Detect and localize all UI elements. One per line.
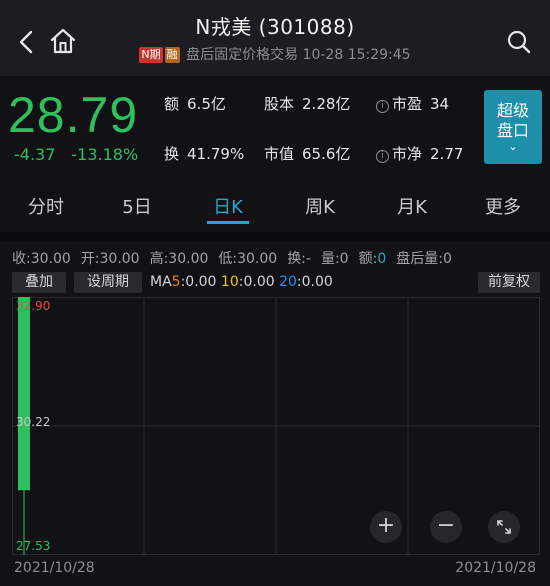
ma-legend: MA5:0.00 10:0.00 20:0.00 xyxy=(150,274,333,290)
last-price: 28.79 xyxy=(8,87,139,143)
candle-body xyxy=(18,297,30,491)
stat-pb[interactable]: i 市净 2.77 xyxy=(376,143,463,164)
kline-open: 开:30.00 xyxy=(80,251,140,267)
y-axis-mid: 30.22 xyxy=(16,415,51,429)
trade-status: N期融 盘后固定价格交易 10-28 15:29:45 xyxy=(0,44,550,64)
kline-after-hours-volume: 盘后量:0 xyxy=(396,251,452,267)
trade-status-text: 盘后固定价格交易 10-28 15:29:45 xyxy=(186,47,411,63)
tab-weekly-k[interactable]: 周K xyxy=(296,193,344,219)
search-icon[interactable] xyxy=(506,28,532,56)
tab-5day[interactable]: 5日 xyxy=(112,193,162,219)
y-axis-min: 27.53 xyxy=(16,539,51,553)
zoom-out-button[interactable]: − xyxy=(430,511,462,543)
kline-chart-svg xyxy=(12,297,540,555)
super-orderbook-button[interactable]: 超级 盘口 ⌄ xyxy=(484,90,542,164)
kline-amount: 额:0 xyxy=(358,251,387,267)
stock-title: N戎美 (301088) xyxy=(195,15,355,39)
x-axis-start-date: 2021/10/28 xyxy=(14,560,95,576)
tab-more[interactable]: 更多 xyxy=(478,193,528,219)
chart-toolbar: 叠加 设周期 MA5:0.00 10:0.00 20:0.00 前复权 xyxy=(12,271,542,295)
change-value: -4.37 xyxy=(14,145,56,164)
tab-intraday[interactable]: 分时 xyxy=(22,193,70,219)
kline-info-row: 收:30.00 开:30.00 高:30.00 低:30.00 换:- 量:0 额:0 盘后量… xyxy=(12,248,462,268)
stat-share-capital: 股本 2.28亿 xyxy=(264,95,351,113)
set-period-button[interactable]: 设周期 xyxy=(74,272,142,293)
active-tab-indicator xyxy=(207,221,249,224)
stat-amount: 额 6.5亿 xyxy=(164,95,226,113)
info-icon[interactable]: i xyxy=(376,150,389,163)
x-axis-end-date: 2021/10/28 xyxy=(455,560,536,576)
divider xyxy=(0,232,550,242)
expand-icon xyxy=(497,520,511,534)
kline-high: 高:30.00 xyxy=(149,251,209,267)
fullscreen-button[interactable] xyxy=(488,511,520,543)
tab-monthly-k[interactable]: 月K xyxy=(388,193,436,219)
zoom-in-button[interactable]: + xyxy=(370,511,402,543)
chart-tabs: 分时 5日 日K 周K 月K 更多 xyxy=(0,185,550,225)
kline-volume: 量:0 xyxy=(320,251,349,267)
kline-chart[interactable]: 32.90 30.22 27.53 + − xyxy=(12,297,540,555)
change-percent: -13.18% xyxy=(71,145,139,164)
stat-turnover: 换 41.79% xyxy=(164,145,245,163)
listing-badge: N期 xyxy=(139,47,163,63)
stat-pe[interactable]: i 市盈 34 xyxy=(376,93,449,114)
chevron-down-icon: ⌄ xyxy=(508,140,518,153)
adjust-price-button[interactable]: 前复权 xyxy=(478,272,540,293)
top-bar: N戎美 (301088) N期融 盘后固定价格交易 10-28 15:29:45 xyxy=(0,0,550,76)
margin-badge: 融 xyxy=(164,47,180,63)
price-change: -4.37 -13.18% xyxy=(14,145,154,164)
info-icon[interactable]: i xyxy=(376,100,389,113)
kline-turnover: 换:- xyxy=(287,251,311,267)
tab-daily-k[interactable]: 日K xyxy=(204,193,252,219)
overlay-button[interactable]: 叠加 xyxy=(12,272,66,293)
y-axis-max: 32.90 xyxy=(16,299,51,313)
quote-panel: 28.79 -4.37 -13.18% 额 6.5亿 换 41.79% 股本 2.28亿… xyxy=(0,76,550,176)
kline-low: 低:30.00 xyxy=(218,251,278,267)
stat-market-cap: 市值 65.6亿 xyxy=(264,145,351,163)
kline-close: 收:30.00 xyxy=(12,251,71,267)
